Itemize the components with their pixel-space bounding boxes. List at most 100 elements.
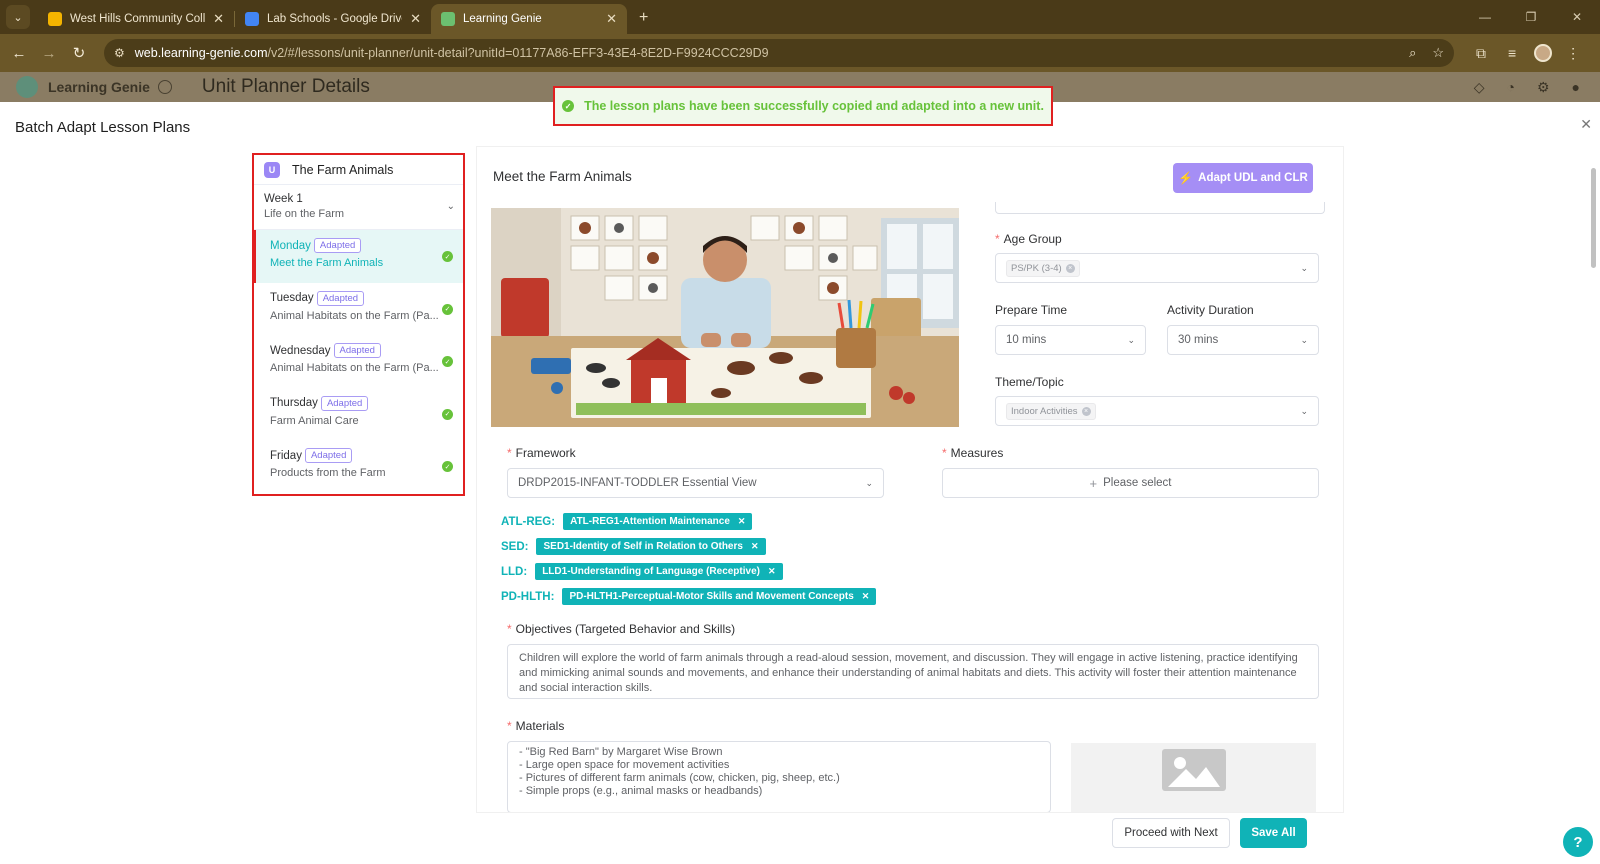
success-check-icon: ✓ [562,100,575,112]
browser-toolbar: ← → ↻ ⚙ web.learning-genie.com /v2/#/les… [0,34,1600,72]
day-item-monday[interactable]: Monday Adapted Meet the Farm Animals ✓ [254,230,463,283]
day-name: Thursday [270,397,318,409]
success-toast: ✓ The lesson plans have been successfull… [553,86,1053,126]
tag-remove-icon[interactable]: × [1065,263,1075,273]
restore-icon[interactable]: ❐ [1508,0,1554,34]
app-brand: Learning Genie [48,79,150,95]
chevron-down-icon: ⌄ [1300,334,1308,345]
lesson-name: Animal Habitats on the Farm (Pa... [270,309,439,322]
prepare-time-select[interactable]: 10 mins ⌄ [995,325,1146,355]
toast-message: The lesson plans have been successfully … [584,99,1044,113]
materials-label: * Materials [507,719,565,733]
check-circle-icon: ✓ [442,461,453,472]
dialog-close-icon[interactable]: ✕ [1580,116,1592,133]
day-item-wednesday[interactable]: Wednesday Adapted Animal Habitats on the… [254,335,463,388]
lesson-cover-image[interactable] [491,208,959,427]
browser-menu-icon[interactable]: ⋮ [1566,45,1580,62]
day-item-friday[interactable]: Friday Adapted Products from the Farm ✓ [254,440,463,493]
day-item-tuesday[interactable]: Tuesday Adapted Animal Habitats on the F… [254,283,463,336]
scrollbar-thumb[interactable] [1591,168,1596,268]
lesson-name: Meet the Farm Animals [270,257,384,269]
reload-icon[interactable]: ↻ [64,44,94,62]
chevron-down-icon: ⌄ [865,477,873,488]
lesson-name: Animal Habitats on the Farm (Pa... [270,362,439,374]
domain-row: LLD: LLD1-Understanding of Language (Rec… [501,563,783,580]
help-button[interactable]: ? [1563,827,1593,857]
zoom-icon[interactable]: ⌕ [1409,45,1416,61]
back-circle-icon [157,80,172,94]
theme-tag: Indoor Activities × [1006,402,1096,420]
extensions-icon[interactable]: ⧉ [1476,45,1486,62]
site-info-icon[interactable]: ⚙ [114,46,125,60]
tab-close-icon[interactable]: ✕ [410,11,421,27]
age-group-select[interactable]: PS/PK (3-4) × ⌄ [995,253,1319,283]
measure-tag: PD-HLTH1-Perceptual-Motor Skills and Mov… [562,588,877,605]
adapt-button-label: Adapt UDL and CLR [1198,172,1308,184]
unit-header: U The Farm Animals [254,155,463,185]
domain-row: SED: SED1-Identity of Self in Relation t… [501,538,766,555]
save-all-button[interactable]: Save All [1240,818,1307,848]
graduation-cap-icon: ◇ [1473,78,1485,95]
domain-code: PD-HLTH: [501,590,555,603]
theme-topic-select[interactable]: Indoor Activities × ⌄ [995,396,1319,426]
tag-remove-icon[interactable]: ✕ [738,516,746,527]
bookmark-star-icon[interactable]: ☆ [1432,45,1444,61]
lesson-list-panel: U The Farm Animals Week 1 Life on the Fa… [252,153,465,496]
adapt-udl-clr-button[interactable]: ⚡ Adapt UDL and CLR [1173,163,1313,193]
url-host: web.learning-genie.com [134,46,268,60]
day-name: Tuesday [270,292,314,304]
tag-remove-icon[interactable]: × [1081,406,1091,416]
classroom-illustration [491,208,959,427]
adapted-badge: Adapted [333,343,381,358]
week-selector[interactable]: Week 1 Life on the Farm ⌄ [254,185,463,230]
day-item-thursday[interactable]: Thursday Adapted Farm Animal Care ✓ [254,388,463,441]
framework-label: * Framework [507,446,576,460]
objectives-textarea[interactable]: Children will explore the world of farm … [507,644,1319,699]
address-bar[interactable]: ⚙ web.learning-genie.com /v2/#/lessons/u… [104,39,1454,67]
theme-topic-label: Theme/Topic [995,375,1064,389]
media-icon[interactable]: ≡ [1508,45,1516,61]
prepare-time-label: Prepare Time [995,303,1068,317]
tab-close-icon[interactable]: ✕ [606,11,617,27]
age-group-label: * Age Group [995,232,1062,246]
proceed-next-button[interactable]: Proceed with Next [1112,818,1230,848]
minimize-icon[interactable]: — [1462,0,1508,34]
lesson-name: Farm Animal Care [270,414,359,427]
tab-label: Learning Genie [463,13,542,25]
back-icon[interactable]: ← [4,45,34,62]
new-tab-icon[interactable]: + [639,9,648,27]
chevron-down-icon: ⌄ [1300,262,1308,273]
chevron-down-icon: ⌄ [1127,334,1135,345]
tag-remove-icon[interactable]: ✕ [862,591,870,602]
measures-select[interactable]: + Please select [942,468,1319,498]
browser-tab[interactable]: Lab Schools - Google Drive ✕ [235,4,431,34]
materials-textarea[interactable]: - "Big Red Barn" by Margaret Wise Brown … [507,741,1051,812]
tag-remove-icon[interactable]: ✕ [768,566,776,577]
materials-image-upload[interactable] [1071,743,1316,812]
domain-row: ATL-REG: ATL-REG1-Attention Maintenance ✕ [501,513,753,530]
adapted-badge: Adapted [313,238,362,253]
forward-icon[interactable]: → [34,45,64,62]
profile-avatar[interactable] [1534,44,1553,62]
close-window-icon[interactable]: ✕ [1554,0,1600,34]
measure-tag: LLD1-Understanding of Language (Receptiv… [535,563,783,580]
chevron-down-icon[interactable]: ⌄ [447,201,455,212]
activity-duration-select[interactable]: 30 mins ⌄ [1167,325,1319,355]
framework-select[interactable]: DRDP2015-INFANT-TODDLER Essential View ⌄ [507,468,884,498]
measure-tag: ATL-REG1-Attention Maintenance ✕ [563,513,753,530]
window-controls: — ❐ ✕ [1462,0,1600,34]
domain-code: ATL-REG: [501,515,556,528]
adapted-badge: Adapted [304,448,353,463]
tab-close-icon[interactable]: ✕ [213,11,224,27]
user-avatar-icon: ● [1571,78,1580,95]
check-circle-icon: ✓ [442,356,453,367]
browser-tab[interactable]: West Hills Community College ✕ [38,4,234,34]
tag-remove-icon[interactable]: ✕ [751,541,759,552]
adapted-badge: Adapted [316,290,365,306]
lesson-name: Products from the Farm [270,467,386,479]
browser-tab-active[interactable]: Learning Genie ✕ [431,4,627,34]
week-label: Week 1 [264,193,303,205]
plus-icon: + [1089,475,1098,491]
tab-search-icon[interactable]: ⌄ [6,5,30,29]
lesson-editor: Meet the Farm Animals ⚡ Adapt UDL and CL… [477,147,1343,812]
